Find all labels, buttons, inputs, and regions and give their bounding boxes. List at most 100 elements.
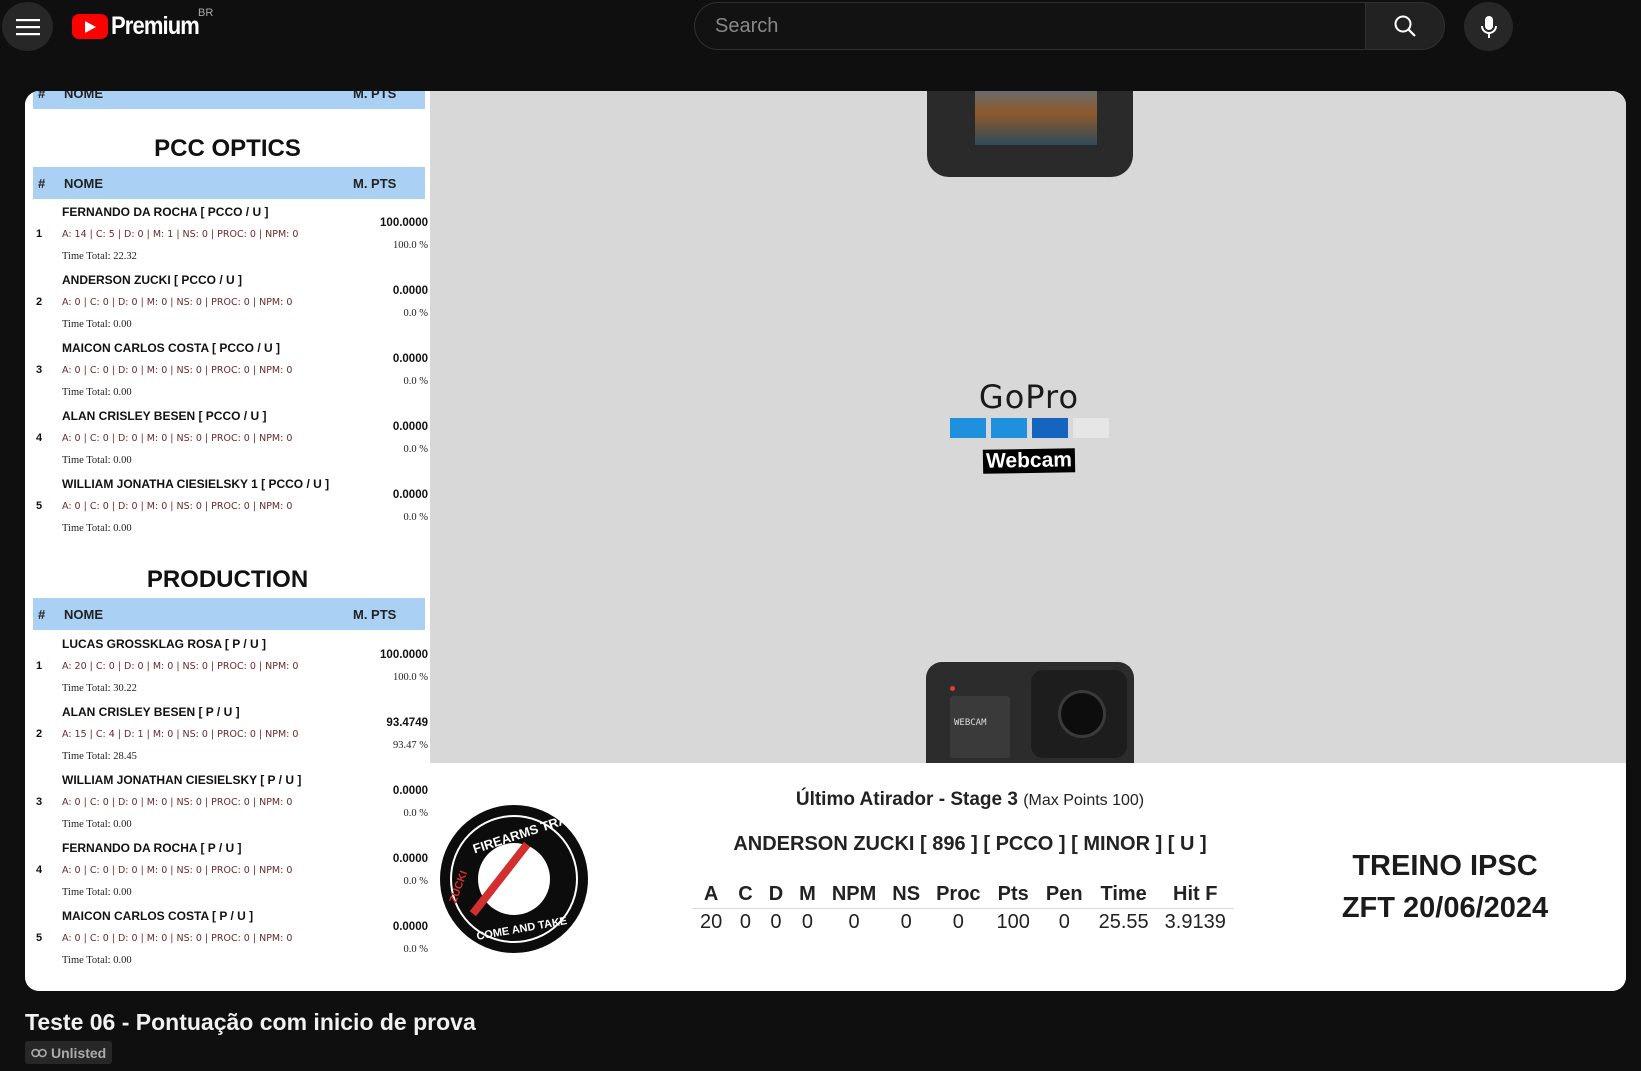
search-icon bbox=[1394, 15, 1416, 37]
gopro-webcam-logo: GoPro Webcam bbox=[948, 378, 1110, 474]
camera-led bbox=[950, 686, 955, 691]
col-name: NOME bbox=[64, 91, 103, 101]
score-entry: 3 MAICON CARLOS COSTA [ PCCO / U ] A: 0 | … bbox=[33, 335, 428, 405]
entry-percent: 0.0 % bbox=[403, 944, 429, 955]
entry-position: 3 bbox=[36, 364, 43, 376]
entry-points: 100.0000 bbox=[380, 217, 428, 229]
entry-name: WILLIAM JONATHA CIESIELSKY 1 [ PCCO / U … bbox=[62, 477, 330, 491]
unlisted-label: Unlisted bbox=[51, 1044, 107, 1061]
table-header-row: # NOME M. PTS bbox=[33, 167, 425, 199]
entry-stats: A: 15 | C: 4 | D: 1 | M: 0 | NS: 0 | PRO… bbox=[62, 729, 299, 740]
firearms-training-logo: FIREARMS TRAINING COME AND TAKE ZUCKI bbox=[440, 805, 588, 953]
search-box bbox=[694, 2, 1366, 50]
entry-position: 1 bbox=[36, 228, 43, 240]
last-shooter-title: Último Atirador - Stage 3 (Max Points 10… bbox=[670, 789, 1270, 811]
category-title: PCC OPTICS bbox=[154, 135, 301, 162]
entry-time-total: Time Total: 0.00 bbox=[62, 523, 132, 534]
top-bar: Premium BR bbox=[0, 0, 1641, 56]
entry-position: 5 bbox=[36, 932, 43, 944]
score-col-value: 3.9139 bbox=[1156, 907, 1234, 936]
entry-name: FERNANDO DA ROCHA [ P / U ] bbox=[62, 841, 242, 855]
entry-time-total: Time Total: 30.22 bbox=[62, 683, 137, 694]
score-col-header: Pts bbox=[997, 882, 1029, 905]
camera-lens bbox=[1058, 690, 1106, 738]
score-col-header: Hit F bbox=[1173, 882, 1218, 905]
entry-position: 2 bbox=[36, 296, 43, 308]
score-col-header: NS bbox=[892, 882, 921, 905]
video-frame: GoPro Webcam WEBCAM bbox=[430, 91, 1626, 763]
last-shooter-band: FIREARMS TRAINING COME AND TAKE ZUCKI Úl… bbox=[430, 763, 1626, 991]
event-title: TREINO IPSC ZFT 20/06/2024 bbox=[1330, 845, 1560, 929]
entry-points: 0.0000 bbox=[392, 853, 428, 865]
score-col-header: M bbox=[799, 882, 816, 905]
col-pts: M. PTS bbox=[353, 176, 397, 191]
entry-position: 1 bbox=[36, 660, 43, 672]
gopro-bar bbox=[1031, 418, 1068, 438]
event-line-2: ZFT 20/06/2024 bbox=[1341, 892, 1549, 924]
region-code: BR bbox=[198, 7, 214, 19]
score-col-header: Proc bbox=[936, 882, 981, 905]
entry-name: MAICON CARLOS COSTA [ PCCO / U ] bbox=[62, 341, 280, 355]
score-col-header: NPM bbox=[831, 882, 877, 905]
last-shooter-title-text: Último Atirador - Stage 3 bbox=[795, 789, 1018, 810]
entry-time-total: Time Total: 0.00 bbox=[62, 455, 132, 466]
entry-name: LUCAS GROSSKLAG ROSA [ P / U ] bbox=[62, 637, 267, 651]
score-entry: 4 ALAN CRISLEY BESEN [ PCCO / U ] A: 0 | C… bbox=[33, 403, 428, 473]
entry-time-total: Time Total: 0.00 bbox=[62, 319, 132, 330]
entry-points: 93.4749 bbox=[386, 717, 428, 729]
score-entry: 2 ANDERSON ZUCKI [ PCCO / U ] A: 0 | C: 0 … bbox=[33, 267, 428, 337]
entry-name: FERNANDO DA ROCHA [ PCCO / U ] bbox=[62, 205, 269, 219]
search-button[interactable] bbox=[1365, 2, 1445, 50]
gopro-bar bbox=[1072, 418, 1109, 438]
shooter-name: ANDERSON ZUCKI [ 896 ] [ PCCO ] [ MINOR … bbox=[733, 833, 1207, 855]
search-input[interactable] bbox=[695, 3, 1366, 49]
col-hash: # bbox=[38, 607, 46, 622]
entry-stats: A: 0 | C: 0 | D: 0 | M: 0 | NS: 0 | PROC… bbox=[62, 433, 293, 444]
score-col-value: 20 bbox=[692, 907, 731, 936]
entry-position: 4 bbox=[36, 864, 43, 876]
entry-percent: 0.0 % bbox=[403, 876, 429, 887]
youtube-logo-icon bbox=[72, 14, 108, 39]
max-points-note: (Max Points 100) bbox=[1023, 792, 1145, 809]
unlisted-badge: Unlisted bbox=[25, 1041, 113, 1064]
score-entry: 1 LUCAS GROSSKLAG ROSA [ P / U ] A: 20 | C… bbox=[33, 631, 428, 701]
score-entry: 5 WILLIAM JONATHA CIESIELSKY 1 [ PCCO / U… bbox=[33, 471, 428, 541]
entry-stats: A: 0 | C: 0 | D: 0 | M: 0 | NS: 0 | PROC… bbox=[62, 365, 293, 376]
col-name: NOME bbox=[64, 176, 103, 191]
youtube-premium-logo[interactable]: Premium bbox=[72, 12, 211, 41]
entry-position: 5 bbox=[36, 500, 43, 512]
video-player[interactable]: # NOME M. PTS PCC OPTICS # NOME M. PTS 1… bbox=[25, 91, 1626, 991]
score-entry: 3 WILLIAM JONATHAN CIESIELSKY [ P / U ] A:… bbox=[33, 767, 428, 837]
entry-points: 0.0000 bbox=[392, 489, 428, 501]
entry-time-total: Time Total: 0.00 bbox=[62, 887, 132, 898]
entry-stats: A: 0 | C: 0 | D: 0 | M: 0 | NS: 0 | PROC… bbox=[62, 797, 293, 808]
camera-panel: WEBCAM bbox=[950, 696, 1010, 758]
camera-top-image bbox=[927, 91, 1133, 177]
score-col-value: 0 bbox=[760, 907, 792, 936]
entry-percent: 0.0 % bbox=[403, 512, 429, 523]
table-header-row: # NOME M. PTS bbox=[33, 91, 425, 109]
entry-percent: 0.0 % bbox=[403, 808, 429, 819]
score-col-value: 0 bbox=[791, 907, 824, 936]
score-col-value: 0 bbox=[730, 907, 761, 936]
webcam-label: Webcam bbox=[982, 448, 1076, 474]
entry-time-total: Time Total: 0.00 bbox=[62, 955, 132, 966]
col-name: NOME bbox=[64, 607, 103, 622]
video-title: Teste 06 - Pontuação com inicio de prova bbox=[25, 1009, 476, 1035]
entry-stats: A: 0 | C: 0 | D: 0 | M: 0 | NS: 0 | PROC… bbox=[62, 865, 293, 876]
col-hash: # bbox=[38, 176, 46, 191]
entry-stats: A: 0 | C: 0 | D: 0 | M: 0 | NS: 0 | PROC… bbox=[62, 933, 293, 944]
entry-name: WILLIAM JONATHAN CIESIELSKY [ P / U ] bbox=[62, 773, 302, 787]
score-table: A C D M NPM NS Proc Pts Pen Time Hit F 20 0 0 0 0 0 0 100… bbox=[692, 881, 1234, 936]
menu-button[interactable] bbox=[2, 2, 53, 51]
entry-percent: 0.0 % bbox=[403, 376, 429, 387]
entry-name: ALAN CRISLEY BESEN [ PCCO / U ] bbox=[62, 409, 267, 423]
camera-label: WEBCAM bbox=[954, 718, 987, 728]
score-col-value: 0 bbox=[884, 907, 929, 936]
entry-points: 0.0000 bbox=[392, 353, 428, 365]
entry-points: 0.0000 bbox=[392, 421, 428, 433]
table-header-row: # NOME M. PTS bbox=[33, 598, 425, 630]
gopro-bar bbox=[949, 418, 986, 438]
gopro-bar bbox=[990, 418, 1027, 438]
voice-search-button[interactable] bbox=[1464, 2, 1513, 51]
